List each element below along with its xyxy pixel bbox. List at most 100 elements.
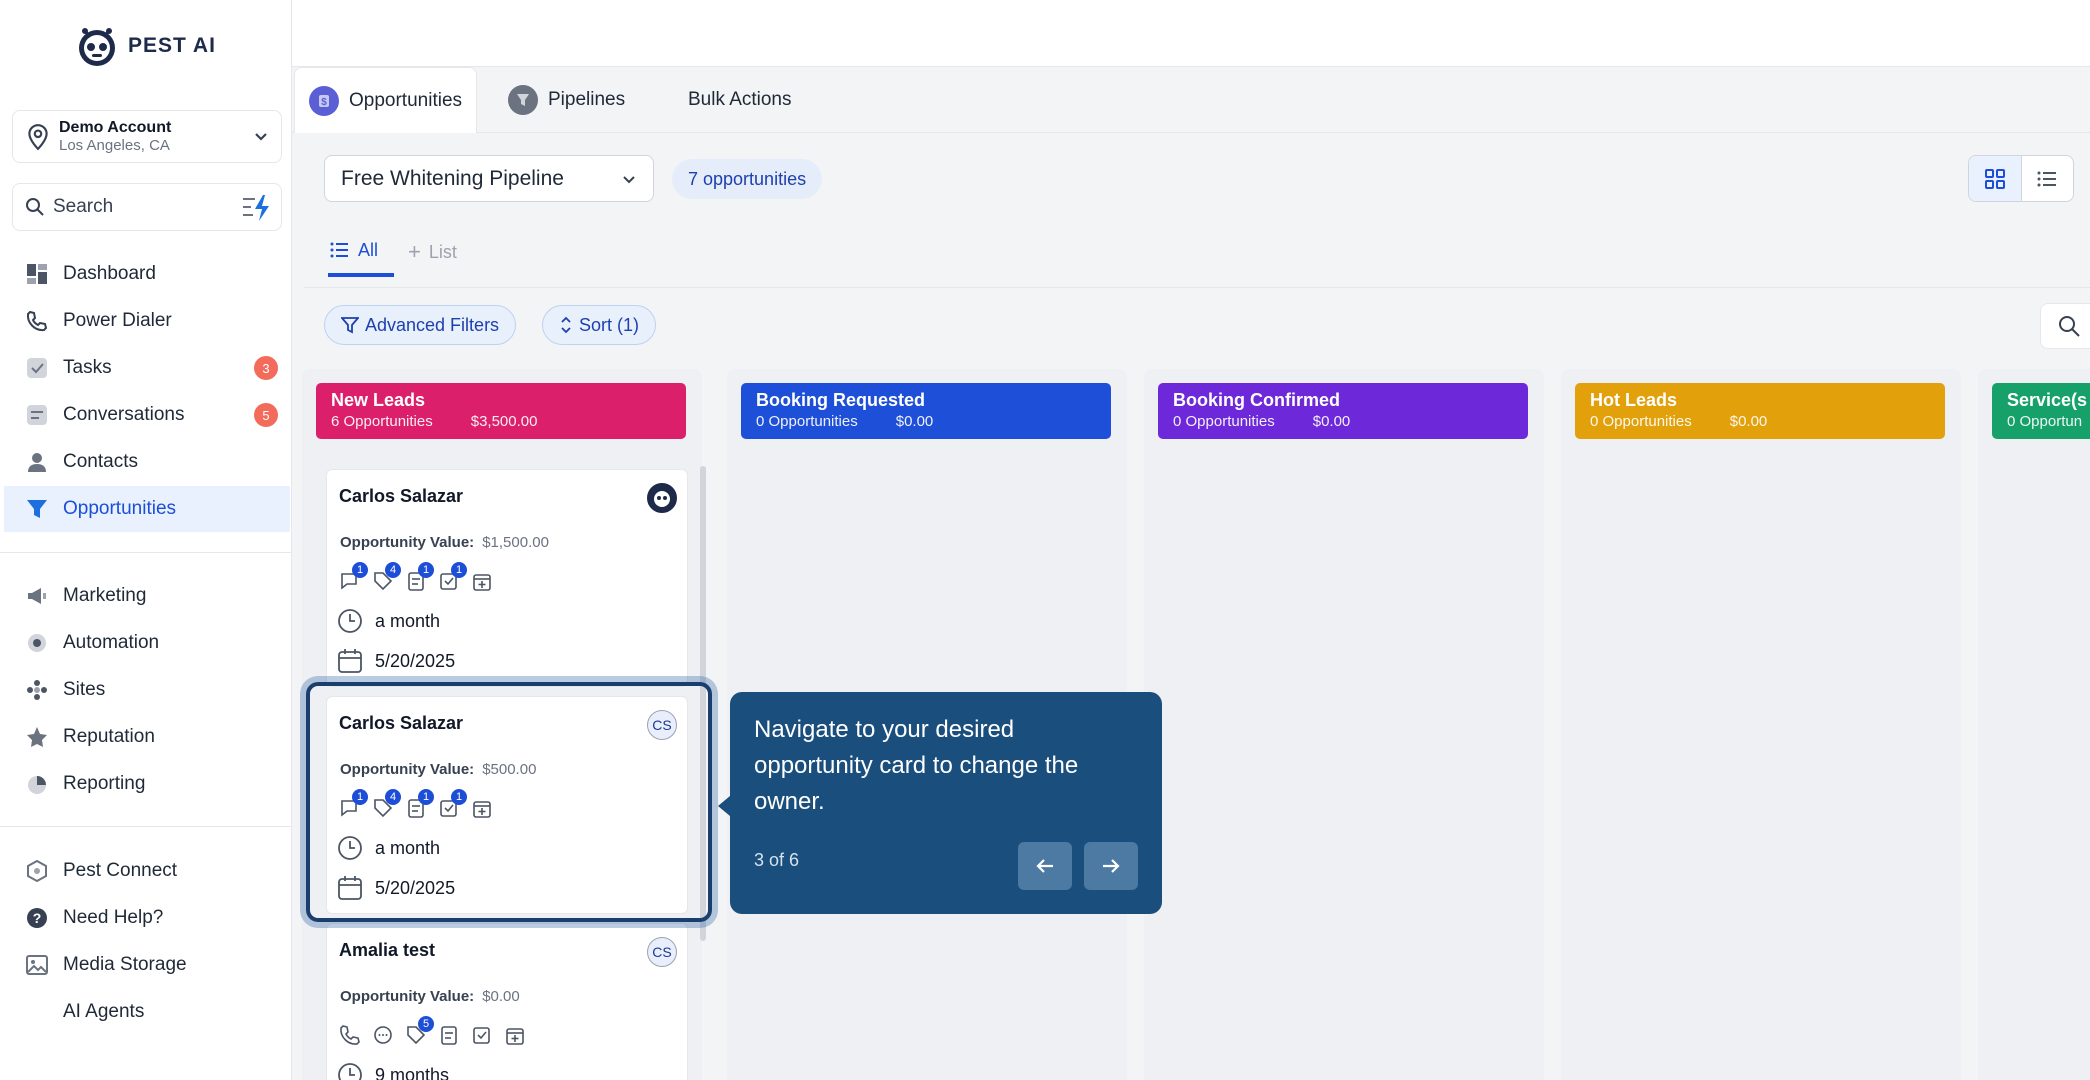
- note-icon[interactable]: 1: [405, 562, 434, 594]
- column-title: Service(s: [2007, 390, 2088, 410]
- sidebar-item-conversations[interactable]: Conversations 5: [4, 392, 290, 438]
- task-icon[interactable]: [471, 1024, 495, 1048]
- sidebar-item-ai-agents[interactable]: AI Agents: [4, 989, 290, 1035]
- column-header[interactable]: Booking Requested 0 Opportunities $0.00: [741, 383, 1111, 439]
- tab-label: Pipelines: [548, 89, 626, 110]
- sidebar-item-label: Automation: [63, 632, 160, 653]
- robot-avatar-icon: [654, 491, 670, 507]
- owner-avatar[interactable]: [647, 483, 677, 513]
- sidebar-item-pest-connect[interactable]: Pest Connect: [4, 848, 290, 894]
- list-view-button[interactable]: [2022, 156, 2074, 201]
- column-header[interactable]: Booking Confirmed 0 Opportunities $0.00: [1158, 383, 1528, 439]
- phone-icon[interactable]: [339, 1024, 363, 1048]
- sidebar-item-dashboard[interactable]: Dashboard: [4, 251, 290, 297]
- column-total-value: $0.00: [1312, 413, 1351, 430]
- brand-name: PEST AI: [128, 34, 216, 57]
- column-total-value: $0.00: [895, 413, 934, 430]
- opportunities-count-badge: 7 opportunities: [672, 159, 823, 199]
- sidebar-item-reputation[interactable]: Reputation: [4, 714, 290, 760]
- column-title: Booking Confirmed: [1173, 390, 1340, 410]
- calendar-icon: [338, 649, 362, 673]
- tour-next-button[interactable]: [1084, 842, 1138, 890]
- sidebar-item-need-help[interactable]: ? Need Help?: [4, 895, 290, 941]
- sidebar-item-sites[interactable]: Sites: [4, 667, 290, 713]
- column-header[interactable]: Service(s 0 Opportun: [1992, 383, 2090, 439]
- column-title: Hot Leads: [1590, 390, 1678, 410]
- subtab-label: All: [358, 239, 379, 260]
- help-icon: ?: [24, 905, 50, 931]
- opportunity-card[interactable]: Carlos Salazar Opportunity Value: $1,500.…: [326, 469, 688, 687]
- tab-bulk-actions[interactable]: Bulk Actions: [688, 67, 792, 133]
- column-count: 6 Opportunities: [331, 413, 433, 430]
- subtabs-divider: [304, 287, 2090, 288]
- appointment-icon[interactable]: [504, 1024, 528, 1048]
- tab-opportunities[interactable]: $ Opportunities: [294, 67, 478, 133]
- sidebar-divider: [0, 826, 292, 827]
- count-badge: 1: [418, 562, 434, 578]
- funnel-icon: [508, 85, 538, 115]
- tasks-count-badge: 3: [254, 356, 278, 380]
- tab-label: Opportunities: [349, 89, 463, 111]
- tour-previous-button[interactable]: [1018, 842, 1072, 890]
- quick-action-bolt-icon[interactable]: [241, 194, 273, 222]
- sort-button[interactable]: Sort (1): [542, 305, 657, 345]
- view-toggle: [1968, 155, 2074, 202]
- sidebar-item-label: Contacts: [63, 451, 138, 472]
- sidebar-item-tasks[interactable]: Tasks 3: [4, 345, 290, 391]
- sidebar-item-label: Media Storage: [63, 954, 187, 975]
- board-search-button[interactable]: [2040, 303, 2090, 349]
- task-icon[interactable]: 1: [438, 562, 467, 594]
- count-badge: 1: [352, 562, 368, 578]
- sidebar-item-power-dialer[interactable]: Power Dialer: [4, 298, 290, 344]
- sidebar-item-opportunities[interactable]: Opportunities: [4, 486, 290, 532]
- count-badge: 5: [418, 1016, 434, 1032]
- conversation-icon[interactable]: [372, 1024, 396, 1048]
- tour-highlight-ring: [306, 682, 712, 922]
- grid-view-button[interactable]: [1969, 156, 2022, 201]
- conversations-count-badge: 5: [254, 403, 278, 427]
- sidebar-divider: [0, 552, 292, 553]
- owner-avatar[interactable]: CS: [647, 937, 677, 967]
- chat-icon: [24, 402, 50, 428]
- opportunity-card[interactable]: Amalia test CS Opportunity Value: $0.00 5…: [326, 923, 688, 1080]
- sidebar-item-automation[interactable]: Automation: [4, 620, 290, 666]
- sidebar-search-input[interactable]: Search: [12, 183, 282, 231]
- dollar-icon: $: [309, 85, 339, 116]
- sidebar-item-reporting[interactable]: Reporting: [4, 761, 290, 807]
- sort-label: Sort (1): [579, 314, 640, 335]
- account-location: Los Angeles, CA: [59, 136, 170, 154]
- pie-icon: [24, 771, 50, 797]
- sidebar-item-contacts[interactable]: Contacts: [4, 439, 290, 485]
- sidebar-item-label: Sites: [63, 679, 106, 700]
- appointment-icon[interactable]: [471, 570, 495, 594]
- column-count: 0 Opportunities: [1173, 413, 1275, 430]
- sidebar-item-label: AI Agents: [63, 1001, 145, 1022]
- connect-icon: [24, 858, 50, 884]
- count-badge: 1: [451, 562, 467, 578]
- account-name: Demo Account: [59, 118, 172, 136]
- advanced-filters-button[interactable]: Advanced Filters: [324, 305, 517, 345]
- subtab-all[interactable]: All: [328, 227, 394, 277]
- subtab-add-list[interactable]: + List: [408, 227, 457, 277]
- brand-logo[interactable]: PEST AI: [72, 20, 216, 72]
- pipeline-select[interactable]: Free Whitening Pipeline: [324, 155, 654, 202]
- sidebar-item-media-storage[interactable]: Media Storage: [4, 942, 290, 988]
- automation-icon: [24, 630, 50, 656]
- tag-icon[interactable]: 5: [405, 1016, 434, 1048]
- note-icon[interactable]: [438, 1024, 462, 1048]
- chevron-down-icon: [255, 133, 267, 141]
- tag-icon[interactable]: 4: [372, 562, 401, 594]
- account-switcher[interactable]: Demo Account Los Angeles, CA: [12, 110, 282, 163]
- sidebar-item-label: Pest Connect: [63, 860, 178, 881]
- location-pin-icon: [28, 123, 48, 150]
- card-action-icons: 1 4 1 1: [339, 562, 495, 594]
- column-header[interactable]: Hot Leads 0 Opportunities $0.00: [1575, 383, 1945, 439]
- sidebar-item-marketing[interactable]: Marketing: [4, 573, 290, 619]
- star-icon: [24, 724, 50, 750]
- conversation-icon[interactable]: 1: [339, 562, 368, 594]
- tasks-icon: [24, 355, 50, 381]
- clock-icon: [338, 609, 362, 633]
- column-header[interactable]: New Leads 6 Opportunities $3,500.00: [316, 383, 686, 439]
- contact-name: Amalia test: [339, 940, 436, 960]
- tab-pipelines[interactable]: Pipelines: [508, 67, 625, 133]
